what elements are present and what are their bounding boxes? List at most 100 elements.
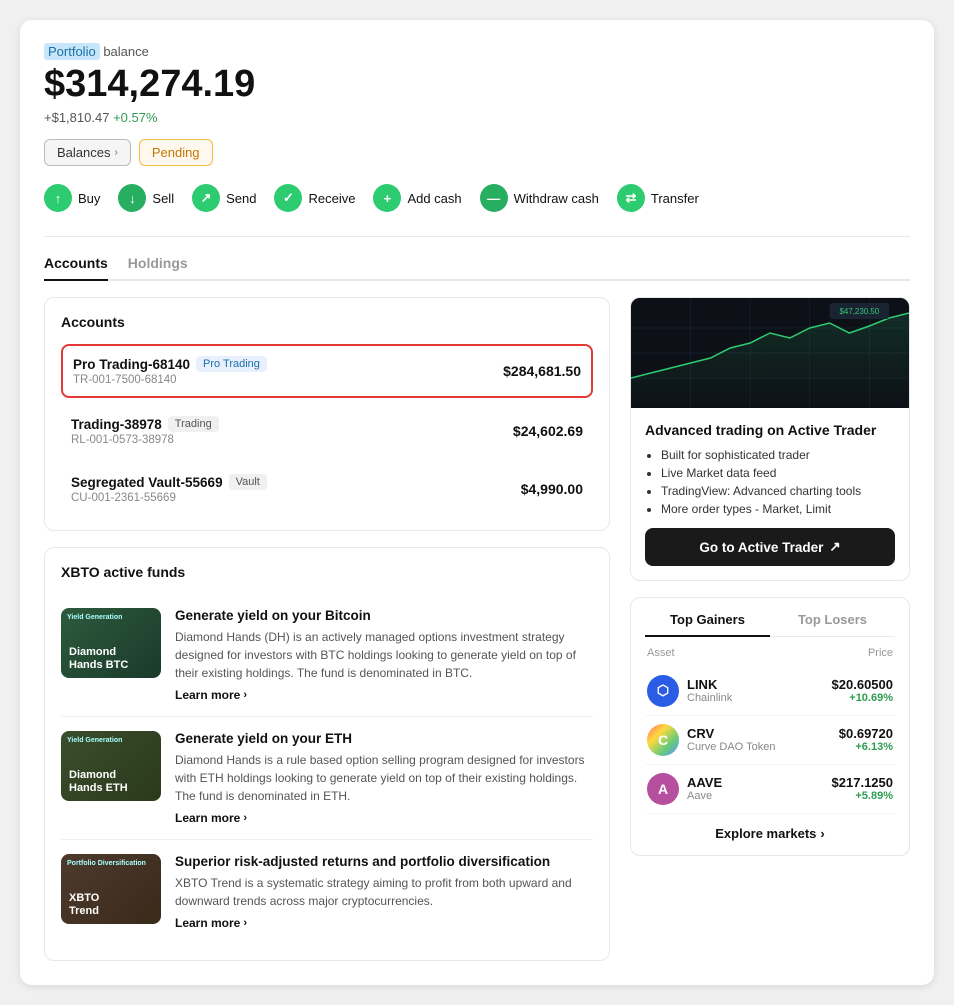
gainer-price-aave: $217.1250: [832, 775, 893, 790]
fund-item-portfolio: Portfolio Diversification XBTOTrend Supe…: [61, 840, 593, 944]
sell-button[interactable]: ↓ Sell: [118, 184, 174, 212]
trader-card: $47,230.50 Advanced trading on Active Tr…: [630, 297, 910, 581]
aave-icon: A: [647, 773, 679, 805]
link-icon: ⬡: [647, 675, 679, 707]
fund-title-btc: Generate yield on your Bitcoin: [175, 608, 593, 623]
account-id-pro: TR-001-7500-68140: [73, 374, 267, 386]
xbto-title: XBTO active funds: [61, 564, 593, 580]
fund-thumb-portfolio: Portfolio Diversification XBTOTrend: [61, 854, 161, 924]
sell-icon: ↓: [118, 184, 146, 212]
withdraw-cash-button[interactable]: — Withdraw cash: [480, 184, 599, 212]
gainer-price-link: $20.60500: [832, 677, 893, 692]
fund-content-btc: Generate yield on your Bitcoin Diamond H…: [175, 608, 593, 702]
change-amount: +$1,810.47: [44, 110, 109, 125]
gainer-name-link: LINK: [687, 677, 832, 692]
tab-accounts[interactable]: Accounts: [44, 255, 108, 281]
crv-icon: C: [647, 724, 679, 756]
feature-2: Live Market data feed: [661, 466, 895, 480]
account-row-vault[interactable]: Segregated Vault-55669 Vault CU-001-2361…: [61, 464, 593, 514]
add-cash-icon: +: [373, 184, 401, 212]
fund-item-btc: Yield Generation DiamondHands BTC Genera…: [61, 594, 593, 717]
badge-pro: Pro Trading: [196, 356, 267, 372]
transfer-icon: ⇄: [617, 184, 645, 212]
balances-tab[interactable]: Balances ›: [44, 139, 131, 166]
gainers-header-asset: Asset: [647, 647, 675, 659]
trader-info: Advanced trading on Active Trader Built …: [631, 408, 909, 580]
account-name-vault: Segregated Vault-55669 Vault: [71, 474, 267, 490]
badge-trading: Trading: [168, 416, 219, 432]
gainer-full-link: Chainlink: [687, 692, 832, 704]
fund-tag-eth: Yield Generation: [67, 737, 122, 744]
gainer-full-crv: Curve DAO Token: [687, 741, 839, 753]
fund-tag-btc: Yield Generation: [67, 614, 122, 621]
gainer-info-link: LINK Chainlink: [687, 677, 832, 704]
account-info-vault: Segregated Vault-55669 Vault CU-001-2361…: [71, 474, 267, 504]
tab-top-losers[interactable]: Top Losers: [770, 612, 895, 637]
gainer-price-col-aave: $217.1250 +5.89%: [832, 775, 893, 802]
gainers-header: Asset Price: [645, 647, 895, 659]
go-trader-button[interactable]: Go to Active Trader ↗: [645, 528, 895, 566]
external-link-icon: ↗: [829, 539, 840, 555]
gainers-card: Top Gainers Top Losers Asset Price ⬡ LIN…: [630, 597, 910, 856]
gainer-name-aave: AAVE: [687, 775, 832, 790]
account-info-pro: Pro Trading-68140 Pro Trading TR-001-750…: [73, 356, 267, 386]
learn-more-arrow-btc: ›: [243, 689, 247, 701]
gainer-row-crv[interactable]: C CRV Curve DAO Token $0.69720 +6.13%: [645, 716, 895, 765]
feature-1: Built for sophisticated trader: [661, 448, 895, 462]
gainer-info-aave: AAVE Aave: [687, 775, 832, 802]
account-info-trading: Trading-38978 Trading RL-001-0573-38978: [71, 416, 219, 446]
learn-more-eth[interactable]: Learn more ›: [175, 811, 593, 825]
left-panel: Accounts Pro Trading-68140 Pro Trading T…: [44, 297, 610, 961]
gainer-price-crv: $0.69720: [839, 726, 893, 741]
gainer-price-col-link: $20.60500 +10.69%: [832, 677, 893, 704]
learn-more-portfolio[interactable]: Learn more ›: [175, 916, 593, 930]
account-id-vault: CU-001-2361-55669: [71, 492, 267, 504]
gainer-info-crv: CRV Curve DAO Token: [687, 726, 839, 753]
portfolio-label: Portfolio balance: [44, 44, 910, 59]
transfer-button[interactable]: ⇄ Transfer: [617, 184, 699, 212]
accounts-title: Accounts: [61, 314, 593, 330]
learn-more-btc[interactable]: Learn more ›: [175, 688, 593, 702]
svg-text:$47,230.50: $47,230.50: [839, 307, 879, 316]
gainer-row-aave[interactable]: A AAVE Aave $217.1250 +5.89%: [645, 765, 895, 814]
portfolio-highlight: Portfolio: [44, 43, 100, 60]
badge-vault: Vault: [229, 474, 267, 490]
send-button[interactable]: ↗ Send: [192, 184, 256, 212]
feature-3: TradingView: Advanced charting tools: [661, 484, 895, 498]
buy-icon: ↑: [44, 184, 72, 212]
fund-title-portfolio: Superior risk-adjusted returns and portf…: [175, 854, 593, 869]
explore-arrow-icon: ›: [820, 826, 824, 841]
fund-desc-btc: Diamond Hands (DH) is an actively manage…: [175, 628, 593, 682]
fund-tag-portfolio: Portfolio Diversification: [67, 860, 146, 867]
gainer-name-crv: CRV: [687, 726, 839, 741]
account-row-pro[interactable]: Pro Trading-68140 Pro Trading TR-001-750…: [61, 344, 593, 398]
fund-thumb-eth: Yield Generation DiamondHands ETH: [61, 731, 161, 801]
receive-icon: ✓: [274, 184, 302, 212]
gainer-row-link[interactable]: ⬡ LINK Chainlink $20.60500 +10.69%: [645, 667, 895, 716]
balance-tabs: Balances › Pending: [44, 139, 910, 166]
trader-title: Advanced trading on Active Trader: [645, 422, 895, 438]
add-cash-button[interactable]: + Add cash: [373, 184, 461, 212]
receive-button[interactable]: ✓ Receive: [274, 184, 355, 212]
xbto-section: XBTO active funds Yield Generation Diamo…: [44, 547, 610, 961]
trader-banner: $47,230.50: [631, 298, 909, 408]
fund-content-portfolio: Superior risk-adjusted returns and portf…: [175, 854, 593, 930]
account-row-trading[interactable]: Trading-38978 Trading RL-001-0573-38978 …: [61, 406, 593, 456]
account-id-trading: RL-001-0573-38978: [71, 434, 219, 446]
change-pct: +0.57%: [113, 110, 157, 125]
gainer-pct-crv: +6.13%: [839, 741, 893, 753]
send-icon: ↗: [192, 184, 220, 212]
gainer-price-col-crv: $0.69720 +6.13%: [839, 726, 893, 753]
fund-desc-eth: Diamond Hands is a rule based option sel…: [175, 751, 593, 805]
fund-thumb-label-portfolio: XBTOTrend: [69, 892, 99, 918]
tab-holdings[interactable]: Holdings: [128, 255, 188, 281]
accounts-section: Accounts Pro Trading-68140 Pro Trading T…: [44, 297, 610, 531]
fund-thumb-label-btc: DiamondHands BTC: [69, 646, 128, 672]
feature-4: More order types - Market, Limit: [661, 502, 895, 516]
pending-tab[interactable]: Pending: [139, 139, 213, 166]
tab-top-gainers[interactable]: Top Gainers: [645, 612, 770, 637]
explore-markets-link[interactable]: Explore markets ›: [645, 826, 895, 841]
account-balance-pro: $284,681.50: [503, 363, 581, 379]
main-container: Portfolio balance $314,274.19 +$1,810.47…: [20, 20, 934, 985]
buy-button[interactable]: ↑ Buy: [44, 184, 100, 212]
